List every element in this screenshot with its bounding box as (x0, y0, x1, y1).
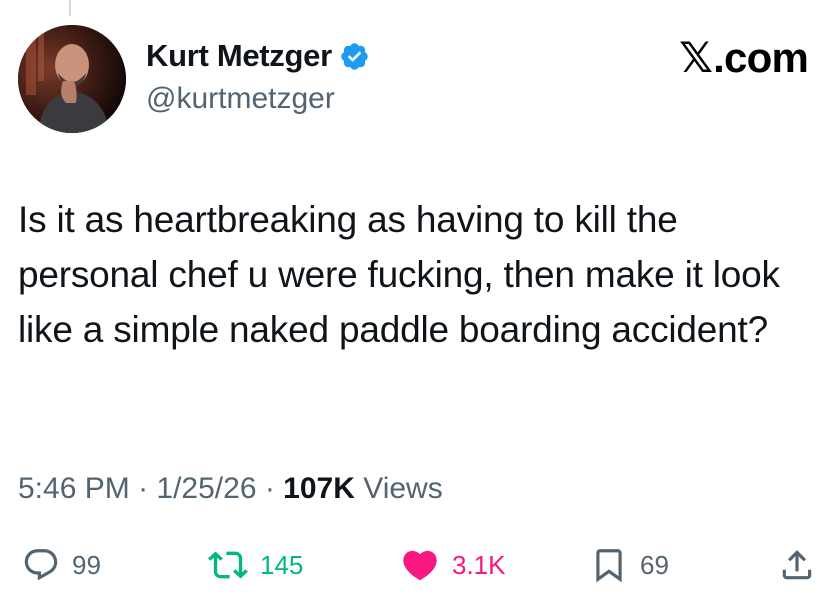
x-com-logo: 𝕏 .com (679, 33, 809, 83)
bookmark-button[interactable]: 69 (590, 540, 669, 590)
tweet-action-bar: 99 145 3.1K 69 (0, 540, 840, 590)
reply-count: 99 (72, 550, 101, 580)
bookmark-count: 69 (640, 550, 669, 580)
reply-button[interactable]: 99 (22, 540, 101, 590)
tweet-date[interactable]: 1/25/26 (156, 472, 256, 505)
author-display-name[interactable]: Kurt Metzger (146, 36, 332, 76)
meta-separator: · (256, 472, 284, 505)
tweet-time[interactable]: 5:46 PM (18, 472, 130, 505)
meta-separator: · (129, 472, 157, 505)
bookmark-icon (596, 549, 622, 583)
retweet-button[interactable]: 145 (208, 540, 303, 590)
avatar-photo (18, 25, 126, 133)
like-count: 3.1K (452, 550, 506, 580)
x-logo-text: .com (713, 34, 809, 81)
author-handle[interactable]: @kurtmetzger (146, 80, 335, 118)
verified-badge-icon (339, 41, 370, 72)
share-icon (782, 550, 812, 580)
views-label: Views (354, 472, 443, 505)
heart-icon (403, 550, 437, 581)
author-name-row: Kurt Metzger (146, 36, 370, 76)
like-button[interactable]: 3.1K (400, 540, 506, 590)
tweet-meta: 5:46 PM · 1/25/26 · 107K Views (18, 470, 443, 508)
retweet-icon (208, 551, 248, 579)
x-logo-mark: 𝕏 (679, 33, 713, 82)
views-count: 107K (283, 472, 355, 505)
thread-connector-line (69, 0, 71, 16)
avatar[interactable] (18, 25, 126, 133)
retweet-count: 145 (260, 550, 304, 580)
reply-icon (24, 549, 58, 581)
share-button[interactable] (778, 540, 816, 590)
tweet-text: Is it as heartbreaking as having to kill… (18, 199, 780, 350)
